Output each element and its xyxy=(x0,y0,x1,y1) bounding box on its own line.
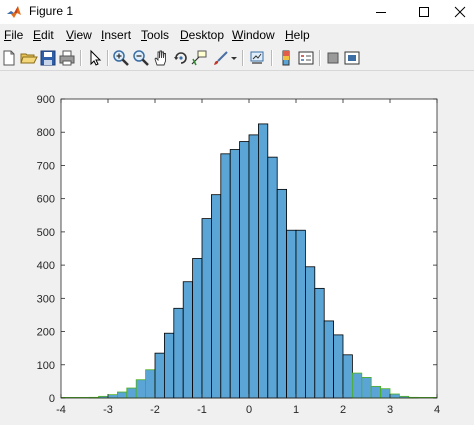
histogram-bar xyxy=(314,287,325,399)
menu-tools[interactable]: Tools xyxy=(141,28,169,42)
close-icon xyxy=(454,6,466,18)
y-tick-label: 700 xyxy=(37,160,55,172)
menu-view[interactable]: View xyxy=(66,28,92,42)
new-figure-icon[interactable] xyxy=(0,49,18,67)
histogram-bar xyxy=(107,394,118,399)
histogram-bar xyxy=(192,258,203,399)
link-plot-icon[interactable] xyxy=(248,49,266,67)
histogram-bar xyxy=(257,123,269,399)
x-tick-label: 2 xyxy=(340,404,346,416)
toolbar-separator xyxy=(242,50,244,66)
histogram-bar xyxy=(220,153,231,399)
y-tick-label: 0 xyxy=(49,393,55,405)
menu-insert[interactable]: Insert xyxy=(101,28,131,42)
x-tick-label: -2 xyxy=(150,404,160,416)
histogram-bar xyxy=(304,266,316,399)
y-tick-label: 600 xyxy=(37,194,55,206)
title-bar[interactable]: Figure 1 xyxy=(0,0,474,24)
data-cursor-icon[interactable] xyxy=(190,49,208,67)
matlab-logo-icon xyxy=(7,6,21,18)
window-title: Figure 1 xyxy=(29,4,74,18)
histogram-bar xyxy=(361,377,372,399)
y-tick-label: 200 xyxy=(37,327,55,339)
pan-hand-icon[interactable] xyxy=(152,49,170,67)
histogram-bar xyxy=(286,229,297,399)
insert-legend-icon[interactable] xyxy=(297,49,315,67)
brush-icon[interactable] xyxy=(212,49,230,67)
histogram-bar xyxy=(333,334,344,399)
histogram-bar xyxy=(173,307,184,399)
show-plot-tools-icon[interactable] xyxy=(343,49,361,67)
y-tick-label: 400 xyxy=(37,260,55,272)
histogram-bar xyxy=(370,385,382,399)
minimize-icon xyxy=(376,12,386,13)
histogram-bar xyxy=(126,387,137,399)
y-tick-label: 300 xyxy=(37,293,55,305)
histogram-bar xyxy=(154,352,165,399)
y-tick-label: 800 xyxy=(37,127,55,139)
histogram-bar xyxy=(351,372,363,399)
minimize-button[interactable] xyxy=(360,0,402,24)
histogram-bar xyxy=(182,281,193,399)
x-tick-label: 4 xyxy=(434,404,440,416)
toolbar-separator xyxy=(80,50,82,66)
zoom-in-icon[interactable] xyxy=(112,49,130,67)
hide-plot-tools-icon[interactable] xyxy=(324,49,342,67)
histogram-bar xyxy=(389,393,400,399)
histogram-bar xyxy=(229,149,240,399)
histogram-bar xyxy=(267,156,278,399)
y-tick-label: 500 xyxy=(37,227,55,239)
close-button[interactable] xyxy=(446,0,474,24)
menu-file[interactable]: File xyxy=(4,28,23,42)
maximize-icon xyxy=(419,7,429,17)
histogram-bar xyxy=(276,188,288,399)
edit-plot-pointer-icon[interactable] xyxy=(86,49,104,67)
figure-canvas[interactable]: -4 -3 -2 -1 0 1 2 3 4 0 100 200 300 400 500 600 700 800 90… xyxy=(0,71,474,425)
histogram-bar xyxy=(135,379,146,399)
x-tick-label: 0 xyxy=(246,404,252,416)
menu-edit[interactable]: Edit xyxy=(33,28,54,42)
x-tick-label: -1 xyxy=(197,404,207,416)
x-tick-label: 3 xyxy=(387,404,393,416)
open-file-icon[interactable] xyxy=(20,49,38,67)
figure-toolbar xyxy=(0,47,474,69)
save-icon[interactable] xyxy=(39,49,57,67)
y-tick-label: 100 xyxy=(37,360,55,372)
menu-help[interactable]: Help xyxy=(285,28,310,42)
histogram-chart: -4 -3 -2 -1 0 1 2 3 4 0 100 200 300 400 500 600 700 800 90… xyxy=(37,94,440,416)
menu-desktop[interactable]: Desktop xyxy=(180,28,224,42)
menu-window[interactable]: Window xyxy=(232,28,275,42)
histogram-bar xyxy=(248,134,259,399)
x-tick-label: -4 xyxy=(56,404,66,416)
zoom-out-icon[interactable] xyxy=(132,49,150,67)
figure-window: Figure 1 File Edit View Insert Tools Des… xyxy=(0,0,474,425)
toolbar-separator xyxy=(271,50,273,66)
menu-bar: File Edit View Insert Tools Desktop Wind… xyxy=(0,27,474,45)
histogram-bar xyxy=(380,388,391,399)
rotate-3d-icon[interactable] xyxy=(172,49,190,67)
histogram-bar xyxy=(163,332,175,399)
x-tick-label: 1 xyxy=(293,404,299,416)
histogram-bar xyxy=(201,218,212,399)
histogram-bar xyxy=(145,369,156,399)
brush-dropdown-icon[interactable] xyxy=(229,49,239,67)
y-tick-label: 900 xyxy=(37,94,55,106)
insert-colorbar-icon[interactable] xyxy=(277,49,295,67)
toolbar-separator xyxy=(107,50,109,66)
x-tick-label: -3 xyxy=(103,404,113,416)
histogram-bar xyxy=(295,229,306,399)
histogram-bar xyxy=(342,354,353,399)
toolbar-separator xyxy=(319,50,321,66)
histogram-bar xyxy=(239,141,250,399)
histogram-bar xyxy=(210,194,222,399)
histogram-bar xyxy=(323,320,335,399)
print-icon[interactable] xyxy=(58,49,76,67)
maximize-button[interactable] xyxy=(403,0,445,24)
histogram-bar xyxy=(117,391,128,399)
